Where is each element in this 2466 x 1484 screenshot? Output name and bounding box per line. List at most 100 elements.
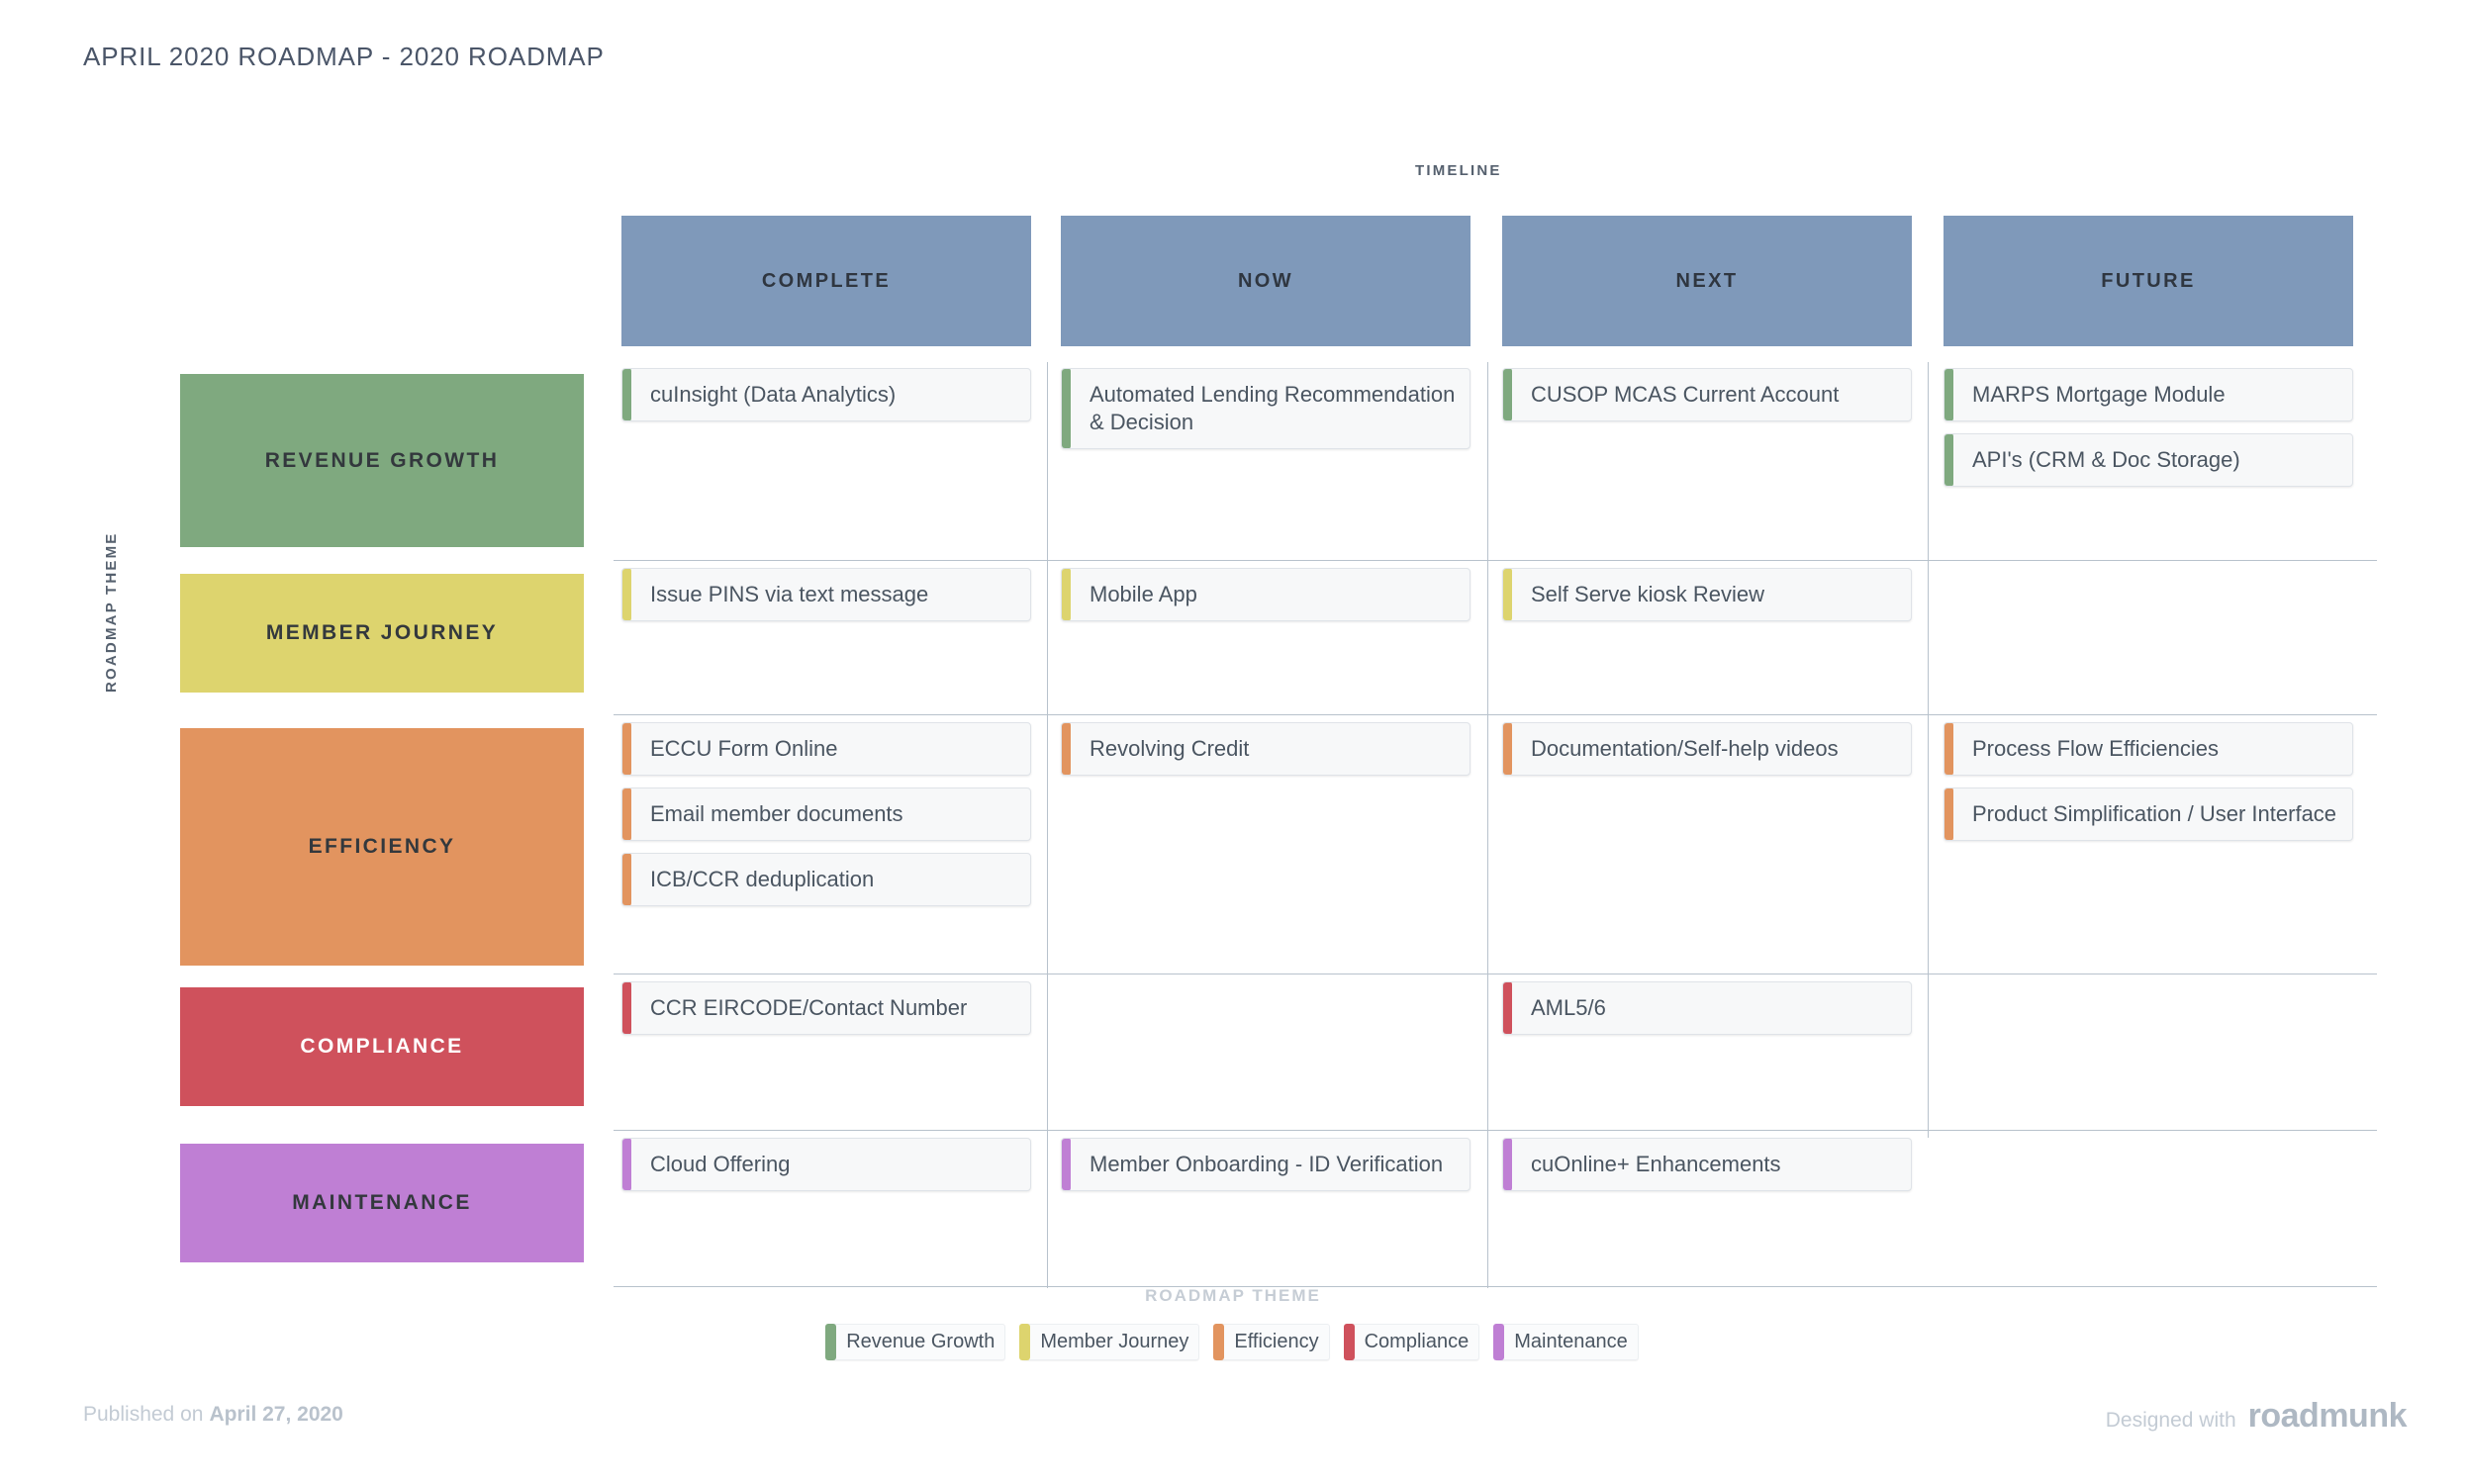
cell-efficiency-now: Revolving Credit bbox=[1061, 722, 1470, 788]
roadmap-card[interactable]: cuInsight (Data Analytics) bbox=[621, 368, 1031, 422]
published-date: April 27, 2020 bbox=[209, 1403, 343, 1426]
card-theme-accent-bar bbox=[1503, 369, 1512, 421]
card-label: MARPS Mortgage Module bbox=[1972, 382, 2226, 407]
legend-item[interactable]: Maintenance bbox=[1493, 1324, 1639, 1360]
roadmunk-logo: roadmunk bbox=[2247, 1397, 2408, 1435]
cell-revenue_growth-complete: cuInsight (Data Analytics) bbox=[621, 368, 1031, 433]
card-theme-accent-bar bbox=[1062, 723, 1071, 776]
card-label: Documentation/Self-help videos bbox=[1531, 736, 1839, 761]
row-divider bbox=[614, 560, 2377, 561]
card-theme-accent-bar bbox=[1503, 723, 1512, 776]
card-theme-accent-bar bbox=[622, 1139, 631, 1191]
column-header-future[interactable]: FUTURE bbox=[1944, 216, 2353, 346]
card-label: Automated Lending Recommendation & Decis… bbox=[1090, 382, 1456, 435]
column-header-now[interactable]: NOW bbox=[1061, 216, 1470, 346]
legend-label: Maintenance bbox=[1514, 1331, 1628, 1352]
legend-swatch bbox=[825, 1324, 837, 1360]
published-label: Published on bbox=[83, 1403, 204, 1426]
card-label: ECCU Form Online bbox=[650, 736, 838, 761]
card-label: API's (CRM & Doc Storage) bbox=[1972, 447, 2240, 473]
legend-item[interactable]: Revenue Growth bbox=[825, 1324, 1006, 1360]
roadmap-card[interactable]: CUSOP MCAS Current Account bbox=[1502, 368, 1912, 422]
card-theme-accent-bar bbox=[1944, 369, 1953, 421]
roadmap-card[interactable]: Revolving Credit bbox=[1061, 722, 1470, 777]
column-header-complete[interactable]: COMPLETE bbox=[621, 216, 1031, 346]
card-label: CCR EIRCODE/Contact Number bbox=[650, 995, 968, 1020]
footer-published: Published on April 27, 2020 bbox=[83, 1403, 343, 1427]
roadmap-card[interactable]: ECCU Form Online bbox=[621, 722, 1031, 777]
card-label: Issue PINS via text message bbox=[650, 582, 929, 606]
cell-compliance-next: AML5/6 bbox=[1502, 981, 1912, 1047]
legend-items: Revenue Growth Member Journey Efficiency Co… bbox=[0, 1324, 2466, 1360]
swimlane-label-efficiency[interactable]: EFFICIENCY bbox=[180, 728, 584, 966]
column-header-next[interactable]: NEXT bbox=[1502, 216, 1912, 346]
legend-item[interactable]: Compliance bbox=[1343, 1324, 1480, 1360]
designed-with-label: Designed with bbox=[2105, 1409, 2236, 1432]
legend-title: ROADMAP THEME bbox=[1145, 1286, 1321, 1305]
card-theme-accent-bar bbox=[622, 982, 631, 1035]
legend-label: Member Journey bbox=[1040, 1331, 1189, 1352]
roadmap-card[interactable]: ICB/CCR deduplication bbox=[621, 853, 1031, 907]
card-theme-accent-bar bbox=[1503, 1139, 1512, 1191]
roadmap-card[interactable]: API's (CRM & Doc Storage) bbox=[1944, 433, 2353, 488]
legend-label: Revenue Growth bbox=[846, 1331, 996, 1352]
cell-compliance-complete: CCR EIRCODE/Contact Number bbox=[621, 981, 1031, 1047]
card-label: Cloud Offering bbox=[650, 1152, 791, 1176]
card-label: Email member documents bbox=[650, 801, 903, 827]
cell-maintenance-complete: Cloud Offering bbox=[621, 1138, 1031, 1203]
cell-maintenance-next: cuOnline+ Enhancements bbox=[1502, 1138, 1912, 1203]
roadmap-card[interactable]: Documentation/Self-help videos bbox=[1502, 722, 1912, 777]
card-label: Product Simplification / User Interface bbox=[1972, 801, 2337, 827]
roadmap-card[interactable]: Product Simplification / User Interface bbox=[1944, 788, 2353, 842]
cell-maintenance-now: Member Onboarding - ID Verification bbox=[1061, 1138, 1470, 1203]
card-label: Self Serve kiosk Review bbox=[1531, 582, 1764, 606]
legend: ROADMAP THEME Revenue Growth Member Journ… bbox=[0, 1286, 2466, 1360]
roadmap-card[interactable]: Member Onboarding - ID Verification bbox=[1061, 1138, 1470, 1192]
roadmap-card[interactable]: Mobile App bbox=[1061, 568, 1470, 622]
roadmap-card[interactable]: Issue PINS via text message bbox=[621, 568, 1031, 622]
roadmap-card[interactable]: Cloud Offering bbox=[621, 1138, 1031, 1192]
card-theme-accent-bar bbox=[1503, 982, 1512, 1035]
column-divider bbox=[1928, 362, 1929, 1138]
roadmap-card[interactable]: cuOnline+ Enhancements bbox=[1502, 1138, 1912, 1192]
card-label: Process Flow Efficiencies bbox=[1972, 736, 2220, 761]
card-theme-accent-bar bbox=[622, 854, 631, 906]
column-divider bbox=[1047, 362, 1048, 1288]
roadmap-board: COMPLETE NOW NEXT FUTURE REVENUE GROWTH MEMBE… bbox=[0, 0, 2466, 1484]
roadmap-card[interactable]: Email member documents bbox=[621, 788, 1031, 842]
cell-revenue_growth-future: MARPS Mortgage Module API's (CRM & Doc St… bbox=[1944, 368, 2353, 499]
legend-swatch bbox=[1019, 1324, 1031, 1360]
card-theme-accent-bar bbox=[622, 723, 631, 776]
card-theme-accent-bar bbox=[1944, 788, 1953, 841]
legend-swatch bbox=[1343, 1324, 1355, 1360]
swimlane-label-compliance[interactable]: COMPLIANCE bbox=[180, 987, 584, 1106]
cell-efficiency-future: Process Flow Efficiencies Product Simplif… bbox=[1944, 722, 2353, 853]
swimlane-label-maintenance[interactable]: MAINTENANCE bbox=[180, 1144, 584, 1262]
card-theme-accent-bar bbox=[1944, 723, 1953, 776]
cell-member_journey-now: Mobile App bbox=[1061, 568, 1470, 633]
legend-item[interactable]: Efficiency bbox=[1213, 1324, 1330, 1360]
cell-efficiency-complete: ECCU Form Online Email member documents IC… bbox=[621, 722, 1031, 918]
cell-efficiency-next: Documentation/Self-help videos bbox=[1502, 722, 1912, 788]
card-theme-accent-bar bbox=[1062, 1139, 1071, 1191]
card-label: Member Onboarding - ID Verification bbox=[1090, 1152, 1444, 1176]
roadmap-card[interactable]: MARPS Mortgage Module bbox=[1944, 368, 2353, 422]
cell-revenue_growth-now: Automated Lending Recommendation & Decis… bbox=[1061, 368, 1470, 461]
legend-swatch bbox=[1493, 1324, 1505, 1360]
row-divider bbox=[614, 714, 2377, 715]
card-theme-accent-bar bbox=[622, 569, 631, 621]
card-label: CUSOP MCAS Current Account bbox=[1531, 382, 1840, 407]
card-label: cuOnline+ Enhancements bbox=[1531, 1152, 1781, 1176]
swimlane-label-member_journey[interactable]: MEMBER JOURNEY bbox=[180, 574, 584, 693]
card-theme-accent-bar bbox=[1062, 369, 1071, 449]
roadmap-card[interactable]: Automated Lending Recommendation & Decis… bbox=[1061, 368, 1470, 450]
roadmap-card[interactable]: AML5/6 bbox=[1502, 981, 1912, 1036]
swimlane-label-revenue_growth[interactable]: REVENUE GROWTH bbox=[180, 374, 584, 547]
roadmap-card[interactable]: Process Flow Efficiencies bbox=[1944, 722, 2353, 777]
legend-item[interactable]: Member Journey bbox=[1019, 1324, 1200, 1360]
roadmap-card[interactable]: Self Serve kiosk Review bbox=[1502, 568, 1912, 622]
legend-swatch bbox=[1213, 1324, 1225, 1360]
cell-revenue_growth-next: CUSOP MCAS Current Account bbox=[1502, 368, 1912, 433]
roadmap-card[interactable]: CCR EIRCODE/Contact Number bbox=[621, 981, 1031, 1036]
card-theme-accent-bar bbox=[1503, 569, 1512, 621]
